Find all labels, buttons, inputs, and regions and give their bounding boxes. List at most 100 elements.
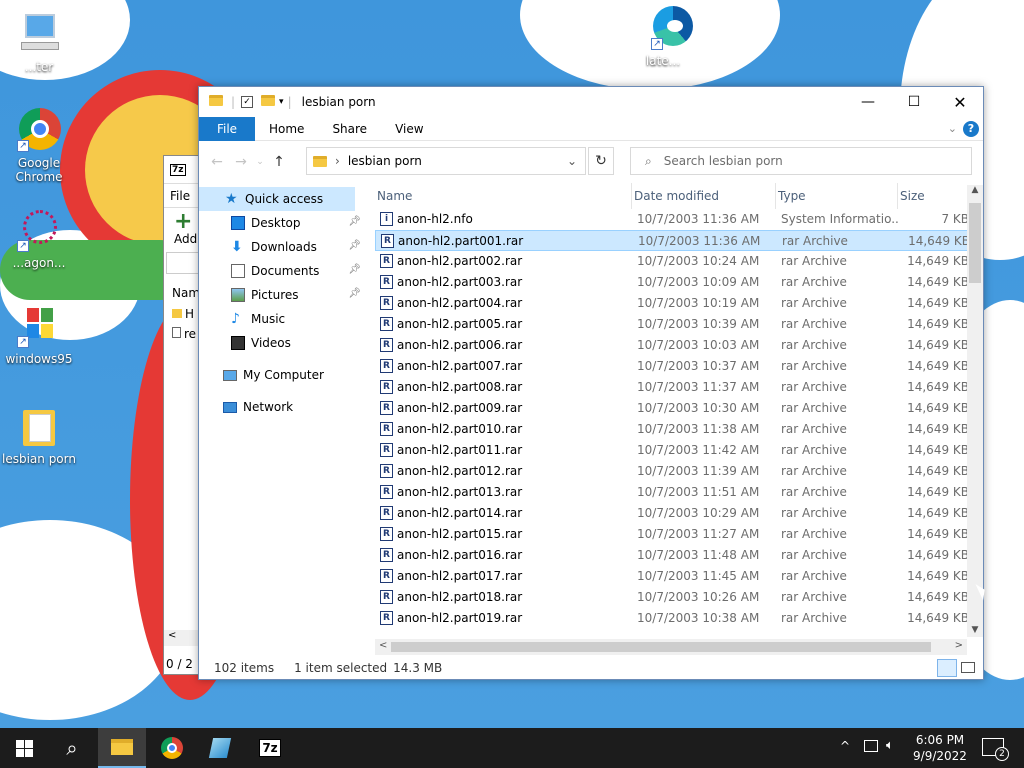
customize-quick-access-icon[interactable]: ▾ <box>279 97 284 107</box>
nav-documents[interactable]: Documents 📌︎ <box>199 259 369 283</box>
7zip-row[interactable]: re <box>164 324 202 344</box>
file-row[interactable]: Ranon-hl2.part013.rar 10/7/2003 11:51 AM r… <box>375 482 983 503</box>
refresh-button[interactable]: ↻ <box>588 147 614 175</box>
desktop-icon-chrome[interactable]: ↗ Google Chrome <box>2 108 76 184</box>
pin-icon[interactable]: 📌︎ <box>348 240 361 251</box>
taskbar-file-explorer[interactable] <box>98 728 146 768</box>
file-row[interactable]: Ranon-hl2.part011.rar 10/7/2003 11:42 AM r… <box>375 440 983 461</box>
notifications-button[interactable]: 2 <box>982 738 1009 761</box>
chevron-down-icon[interactable]: ⌄ <box>567 154 577 168</box>
nav-music[interactable]: ♪ Music <box>199 307 369 331</box>
file-row[interactable]: Ranon-hl2.part018.rar 10/7/2003 10:26 AM r… <box>375 587 983 608</box>
nav-pictures[interactable]: Pictures 📌︎ <box>199 283 369 307</box>
clock[interactable]: 6:06 PM 9/9/2022 <box>908 732 972 764</box>
recent-locations-icon[interactable]: ⌄ <box>253 157 267 167</box>
breadcrumb[interactable]: lesbian porn <box>348 154 422 168</box>
file-row[interactable]: Ranon-hl2.part015.rar 10/7/2003 11:27 AM r… <box>375 524 983 545</box>
column-size[interactable]: Size <box>897 183 967 209</box>
close-button[interactable]: ✕ <box>937 87 983 117</box>
file-row[interactable]: Ranon-hl2.part016.rar 10/7/2003 11:48 AM r… <box>375 545 983 566</box>
up-arrow-icon[interactable]: ↑ <box>267 154 291 170</box>
details-view-icon[interactable] <box>937 659 957 677</box>
tab-view[interactable]: View <box>381 117 437 141</box>
tab-share[interactable]: Share <box>318 117 381 141</box>
7zip-column-name[interactable]: Nam <box>164 282 202 304</box>
desktop-icon-app[interactable]: ↗ ...agon... <box>2 208 76 270</box>
properties-icon[interactable]: ✓ <box>241 96 254 108</box>
vertical-scroll-thumb[interactable] <box>969 203 981 283</box>
nav-desktop[interactable]: Desktop 📌︎ <box>199 211 369 235</box>
file-row[interactable]: Ranon-hl2.part006.rar 10/7/2003 10:03 AM r… <box>375 335 983 356</box>
new-folder-icon[interactable] <box>261 95 276 109</box>
explorer-titlebar[interactable]: | ✓ ▾ | lesbian porn — ☐ ✕ <box>199 87 983 117</box>
file-row[interactable]: Ranon-hl2.part009.rar 10/7/2003 10:30 AM r… <box>375 398 983 419</box>
7zip-row[interactable]: H <box>164 304 202 324</box>
nav-videos[interactable]: Videos <box>199 331 369 355</box>
large-icons-view-icon[interactable] <box>961 662 975 673</box>
forward-arrow-icon[interactable]: → <box>229 154 253 170</box>
pin-icon[interactable]: 📌︎ <box>348 264 361 275</box>
volume-icon[interactable]: 🔈︎ <box>886 738 894 753</box>
file-row[interactable]: Ranon-hl2.part003.rar 10/7/2003 10:09 AM r… <box>375 272 983 293</box>
tab-file[interactable]: File <box>199 116 255 141</box>
back-arrow-icon[interactable]: ← <box>205 154 229 170</box>
file-row[interactable]: Ranon-hl2.part019.rar 10/7/2003 10:38 AM r… <box>375 608 983 629</box>
search-button[interactable]: ⌕ <box>48 728 96 768</box>
7zip-menu-file[interactable]: File <box>164 184 202 208</box>
file-row[interactable]: Ranon-hl2.part012.rar 10/7/2003 11:39 AM r… <box>375 461 983 482</box>
vertical-scrollbar[interactable]: ▲ ▼ <box>967 185 983 637</box>
selection-count: 1 item selected <box>294 661 388 675</box>
network-status-icon[interactable] <box>864 740 878 752</box>
show-hidden-icons-icon[interactable]: ^ <box>840 739 850 753</box>
explorer-window[interactable]: | ✓ ▾ | lesbian porn — ☐ ✕ File Home Sha… <box>198 86 984 680</box>
address-bar[interactable]: › lesbian porn ⌄ <box>306 147 586 175</box>
nav-downloads[interactable]: ⬇ Downloads 📌︎ <box>199 235 369 259</box>
nav-network[interactable]: Network <box>199 395 369 419</box>
7zip-titlebar[interactable]: 7z <box>164 156 202 184</box>
scroll-up-icon[interactable]: ▲ <box>967 185 983 195</box>
scroll-right-icon[interactable]: > <box>955 640 963 651</box>
taskbar-chrome[interactable] <box>148 728 196 768</box>
file-row[interactable]: Ranon-hl2.part010.rar 10/7/2003 11:38 AM r… <box>375 419 983 440</box>
nav-quick-access[interactable]: ★ Quick access <box>199 187 355 211</box>
column-date[interactable]: Date modified <box>631 183 775 209</box>
pin-icon[interactable]: 📌︎ <box>348 288 361 299</box>
file-row[interactable]: Ranon-hl2.part001.rar 10/7/2003 11:36 AM r… <box>375 230 983 251</box>
file-name: anon-hl2.part019.rar <box>397 611 523 625</box>
breadcrumb-chevron-icon[interactable]: › <box>335 154 340 168</box>
pin-icon[interactable]: 📌︎ <box>348 216 361 227</box>
file-row[interactable]: Ranon-hl2.part017.rar 10/7/2003 11:45 AM r… <box>375 566 983 587</box>
search-input[interactable]: ⌕ Search lesbian porn <box>630 147 972 175</box>
nav-my-computer[interactable]: My Computer <box>199 363 369 387</box>
status-bar: 102 items 1 item selected 14.3 MB <box>199 657 983 679</box>
desktop-icon-computer[interactable]: ...ter <box>2 12 76 74</box>
file-row[interactable]: i anon-hl2.nfo 10/7/2003 11:36 AM System In… <box>375 209 983 230</box>
help-icon[interactable]: ? <box>963 121 979 137</box>
7zip-add-button[interactable]: + Add <box>164 208 202 252</box>
taskbar-7zip[interactable]: 7z <box>246 728 294 768</box>
desktop-icon-edge[interactable]: ↗ late... <box>626 6 700 68</box>
desktop-icon-windows95[interactable]: ↗ windows95 <box>2 304 76 366</box>
7zip-window[interactable]: 7z File + Add Nam H re < 0 / 2 o <box>163 155 203 675</box>
maximize-button[interactable]: ☐ <box>891 87 937 117</box>
file-row[interactable]: Ranon-hl2.part005.rar 10/7/2003 10:39 AM r… <box>375 314 983 335</box>
file-row[interactable]: Ranon-hl2.part008.rar 10/7/2003 11:37 AM r… <box>375 377 983 398</box>
file-row[interactable]: Ranon-hl2.part014.rar 10/7/2003 10:29 AM r… <box>375 503 983 524</box>
horizontal-scroll-thumb[interactable] <box>391 642 931 652</box>
tab-home[interactable]: Home <box>255 117 318 141</box>
start-button[interactable] <box>0 728 48 768</box>
file-row[interactable]: Ranon-hl2.part007.rar 10/7/2003 10:37 AM r… <box>375 356 983 377</box>
scroll-down-icon[interactable]: ▼ <box>967 625 983 635</box>
expand-ribbon-icon[interactable]: ⌄ <box>948 122 957 135</box>
taskbar-notepad[interactable] <box>196 728 244 768</box>
rar-archive-icon: R <box>380 548 393 562</box>
scroll-left-icon[interactable]: < <box>379 640 387 651</box>
column-name[interactable]: Name <box>375 183 631 209</box>
desktop-icon-folder[interactable]: lesbian porn <box>2 404 76 466</box>
minimize-button[interactable]: — <box>845 87 891 117</box>
file-row[interactable]: Ranon-hl2.part002.rar 10/7/2003 10:24 AM r… <box>375 251 983 272</box>
7zip-path-field[interactable] <box>166 252 200 274</box>
file-row[interactable]: Ranon-hl2.part004.rar 10/7/2003 10:19 AM r… <box>375 293 983 314</box>
column-type[interactable]: Type <box>775 183 897 209</box>
horizontal-scrollbar[interactable]: < > <box>375 639 967 655</box>
